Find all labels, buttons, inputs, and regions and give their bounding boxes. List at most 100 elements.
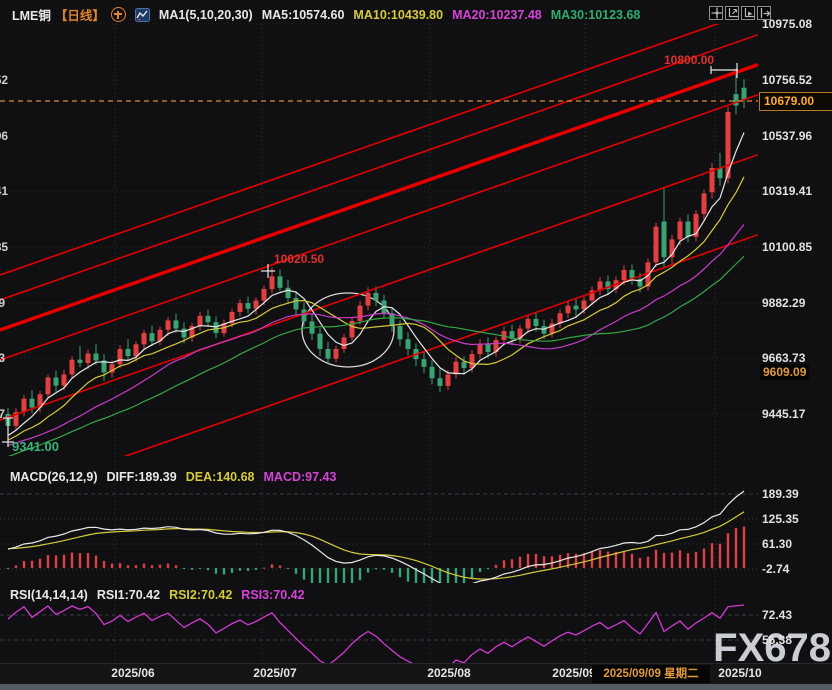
candle-body: [542, 326, 547, 334]
candle-body: [422, 359, 427, 367]
diff-line: [8, 491, 744, 585]
price-axis-label: 10319.41: [762, 184, 812, 198]
candle-body: [142, 333, 147, 344]
rsi-axis-label: 56.38: [762, 633, 792, 647]
candle-body: [438, 378, 443, 386]
macd-bar: [311, 568, 313, 586]
candle-body: [62, 374, 67, 385]
trend-line: [0, 65, 758, 330]
circle-plus-icon[interactable]: [111, 7, 126, 22]
jump-to-latest-button[interactable]: [757, 6, 771, 20]
chart-style-icon[interactable]: [135, 8, 150, 22]
clipped-price-label: 10537.96: [0, 129, 5, 143]
macd-bar: [55, 556, 57, 568]
macd-bar: [455, 568, 457, 587]
macd-bar: [71, 553, 73, 568]
horizontal-scrollbar[interactable]: [0, 684, 832, 690]
macd-bar: [695, 552, 697, 568]
candle-body: [686, 222, 691, 237]
clipped-price-label: 9445.17: [0, 407, 5, 421]
candle-body: [478, 344, 483, 354]
macd-axis-label: -2.74: [762, 562, 789, 576]
candle-body: [262, 289, 267, 300]
macd-bar: [375, 568, 377, 569]
macd-bar: [247, 568, 249, 571]
chart-canvas: [0, 0, 832, 690]
candle-body: [294, 298, 299, 309]
macd-bar: [655, 550, 657, 568]
macd-bar: [47, 555, 49, 568]
candle-body: [78, 360, 83, 363]
trend-line: [0, 10, 758, 275]
macd-bar: [551, 556, 553, 568]
candle-body: [318, 334, 323, 349]
axis-zoom-y-button[interactable]: [725, 6, 739, 20]
candle-body: [118, 349, 123, 364]
pan-button[interactable]: [709, 6, 723, 20]
macd-diff-value: DIFF:189.39: [107, 470, 177, 484]
time-axis-label: 2025/06: [111, 666, 154, 680]
candle-body: [654, 227, 659, 263]
macd-bar: [663, 553, 665, 568]
axis-zoom-x-button[interactable]: [741, 6, 755, 20]
macd-bar: [327, 568, 329, 597]
candle-body: [166, 320, 171, 329]
macd-bar: [335, 568, 337, 598]
candle-body: [390, 313, 395, 326]
trendline-layer: [0, 10, 758, 500]
macd-bar: [599, 550, 601, 568]
macd-bar: [151, 565, 153, 568]
candles-layer: [6, 69, 747, 441]
macd-bar: [519, 557, 521, 568]
macd-bar: [711, 543, 713, 568]
clipped-price-label: 10319.41: [0, 184, 5, 198]
candle-body: [30, 399, 35, 408]
chart-header: LME铜 【日线】 MA1(5,10,20,30) MA5:10574.60 M…: [12, 5, 640, 24]
macd-bar: [87, 553, 89, 568]
candle-body: [574, 306, 579, 310]
candle-body: [374, 293, 379, 301]
macd-bar: [111, 564, 113, 568]
macd-bar: [439, 568, 441, 595]
trend-line: [0, 95, 758, 360]
candle-body: [334, 349, 339, 359]
candle-body: [446, 374, 451, 385]
price-axis-label: 10756.52: [762, 73, 812, 87]
time-axis-label: 2025/08: [427, 666, 470, 680]
rsi-axis-label: 72.43: [762, 608, 792, 622]
macd-axis-label: 61.30: [762, 537, 792, 551]
candle-body: [430, 367, 435, 378]
macd-bar: [719, 544, 721, 568]
symbol-title: LME铜: [12, 5, 51, 24]
trend-line: [0, 35, 758, 300]
macd-bar: [103, 561, 105, 568]
candle-body: [566, 306, 571, 314]
macd-bar: [407, 568, 409, 582]
candle-body: [662, 222, 667, 258]
macd-bar: [167, 564, 169, 568]
macd-bar: [199, 568, 201, 569]
candle-body: [486, 344, 491, 352]
macd-bar: [631, 554, 633, 568]
macd-title: MACD(26,12,9): [10, 470, 98, 484]
macd-bar: [119, 563, 121, 568]
macd-bar: [343, 568, 345, 594]
macd-bar: [135, 565, 137, 568]
macd-bar: [423, 568, 425, 589]
macd-bar: [535, 554, 537, 568]
macd-bar: [183, 568, 185, 569]
macd-bar: [647, 557, 649, 568]
macd-bar: [263, 568, 265, 569]
clipped-price-label: 10756.52: [0, 73, 5, 87]
macd-bar: [735, 528, 737, 568]
candle-body: [366, 293, 371, 306]
selected-date-label: 2025/09/09 星期二: [592, 665, 710, 683]
macd-bar: [63, 555, 65, 568]
main-pane: [6, 69, 747, 441]
rally-high-annotation: 10800.00: [664, 53, 714, 67]
rsi-title: RSI(14,14,14): [10, 588, 88, 602]
time-axis-label: 2025/07: [253, 666, 296, 680]
price-axis-label: 9882.29: [762, 296, 805, 310]
macd-bar: [303, 568, 305, 580]
ma5-line: [8, 133, 744, 436]
